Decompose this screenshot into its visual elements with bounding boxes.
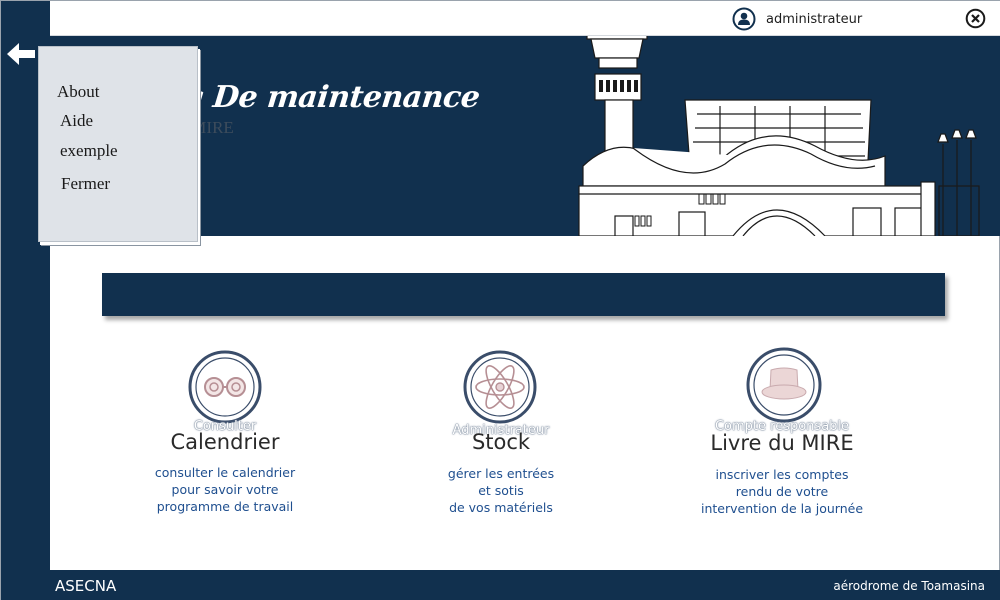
airport-illustration: [575, 36, 1000, 236]
menu-item-fermer[interactable]: Fermer: [61, 174, 110, 194]
card-description: consulter le calendrier pour savoir votr…: [125, 464, 325, 515]
card-title[interactable]: Livre du MIRE: [682, 431, 882, 455]
card-desc-line: inscriver les comptes: [715, 467, 849, 482]
top-bar: administrateur: [50, 1, 1000, 36]
hat-icon[interactable]: [743, 346, 825, 428]
card-desc-line: pour savoir votre: [171, 482, 279, 497]
card-title[interactable]: Calendrier: [125, 430, 325, 454]
back-arrow-icon[interactable]: [5, 39, 37, 69]
close-circle-icon[interactable]: [965, 8, 986, 29]
section-bar: [102, 273, 945, 316]
card-description: gérer les entrées et sotis de vos matéri…: [401, 465, 601, 516]
card-desc-line: programme de travail: [156, 499, 294, 514]
menu-item-exemple[interactable]: exemple: [60, 141, 118, 161]
card-livre-du-mire: Compte responsable Livre du MIRE inscriv…: [682, 346, 882, 526]
card-desc-line: de vos matériels: [449, 500, 553, 515]
card-desc-line: rendu de votre: [735, 484, 829, 499]
card-description: inscriver les comptes rendu de votre int…: [682, 466, 882, 517]
user-circle-icon[interactable]: [732, 7, 756, 31]
footer: ASECNA aérodrome de Toamasina: [1, 570, 1000, 600]
app-window: administrateur Planning De maintenance D…: [0, 0, 1000, 600]
card-title[interactable]: Stock: [401, 430, 601, 454]
card-calendrier: Consulter Calendrier consulter le calend…: [125, 349, 325, 529]
menu-item-aide[interactable]: Aide: [60, 111, 93, 131]
menu-item-about[interactable]: About: [57, 82, 100, 102]
card-stock: Administrateur Stock gérer les entrées e…: [401, 349, 601, 529]
footer-brand: ASECNA: [55, 577, 117, 595]
dropdown-menu: About Aide exemple Fermer: [38, 46, 198, 242]
atom-icon[interactable]: [459, 349, 541, 431]
card-desc-line: intervention de la journée: [700, 501, 864, 516]
card-desc-line: gérer les entrées: [447, 466, 555, 481]
user-name[interactable]: administrateur: [766, 12, 862, 27]
footer-location: aérodrome de Toamasina: [833, 579, 985, 593]
card-desc-line: et sotis: [478, 483, 524, 498]
card-desc-line: consulter le calendrier: [154, 465, 296, 480]
